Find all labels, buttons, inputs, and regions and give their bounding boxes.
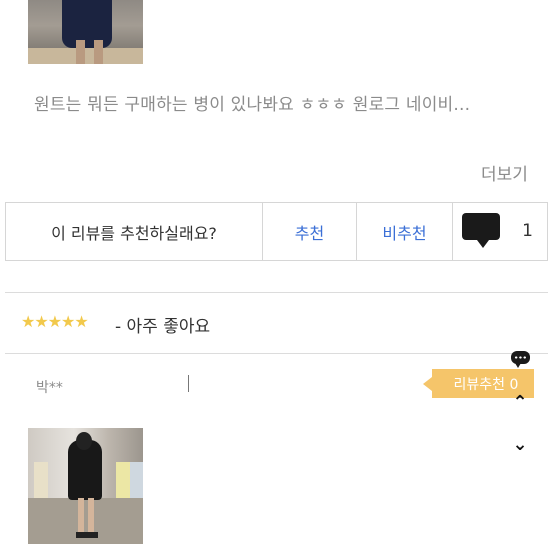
photo-head-shape	[76, 432, 92, 450]
photo-leg-shape	[76, 40, 85, 64]
more-link[interactable]: 더보기	[481, 160, 528, 185]
rating-text: - 아주 좋아요	[115, 317, 211, 337]
photo-legs-shape	[78, 498, 94, 534]
recommend-question: 이 리뷰를 추천하실래요?	[6, 203, 263, 260]
recommend-button[interactable]: 추천	[263, 203, 357, 260]
review-photo-thumbnail[interactable]	[28, 0, 143, 64]
chat-dots	[514, 356, 527, 359]
section-divider	[5, 353, 548, 354]
chat-bubble-icon	[462, 213, 500, 248]
chat-icon[interactable]	[511, 351, 530, 368]
recommend-bar: 이 리뷰를 추천하실래요? 추천 비추천 1	[5, 202, 548, 261]
chevron-down-icon[interactable]: ⌄	[510, 436, 530, 454]
chevron-up-icon[interactable]: ⌃	[510, 394, 530, 412]
review-photo[interactable]	[28, 428, 143, 544]
section-divider	[5, 292, 548, 293]
photo-leg-shape	[94, 40, 103, 64]
review-author: 박**	[36, 380, 63, 396]
not-recommend-button[interactable]: 비추천	[357, 203, 453, 260]
text-cursor	[188, 375, 189, 392]
review-text: 원트는 뭐든 구매하는 병이 있나봐요 ㅎㅎㅎ 원로그 네이비...	[34, 95, 471, 115]
photo-coat-shape	[62, 0, 112, 48]
comment-count: 1	[522, 221, 533, 241]
photo-floor-shape	[28, 48, 143, 64]
star-rating: ★★★★★	[21, 312, 89, 331]
photo-shoes-shape	[76, 532, 98, 538]
comment-button[interactable]: 1	[453, 203, 547, 260]
